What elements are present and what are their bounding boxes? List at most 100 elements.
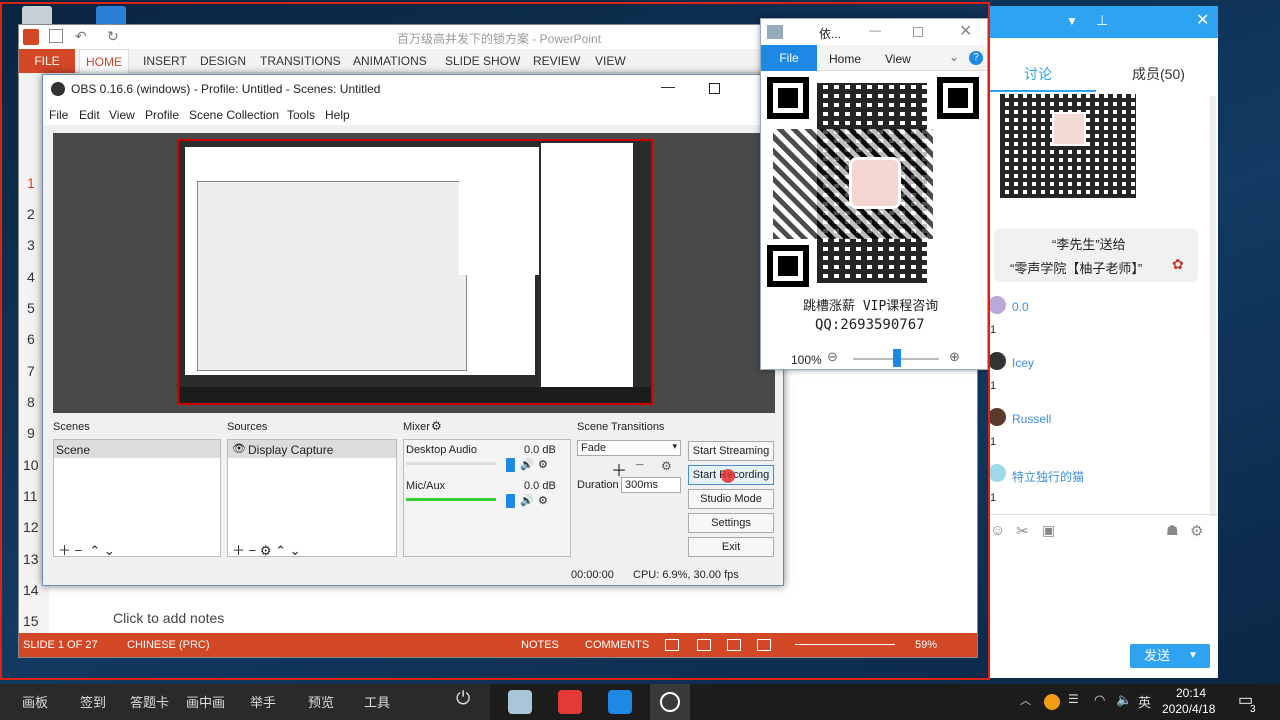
slide-number[interactable]: 11 <box>23 488 38 504</box>
reading-view-icon[interactable] <box>727 639 741 651</box>
classroom-app-icon[interactable] <box>608 690 632 714</box>
tab-view[interactable]: VIEW <box>595 54 626 68</box>
emoji-icon[interactable]: ☺ <box>990 522 1005 539</box>
tray-app-icon[interactable] <box>1044 694 1060 710</box>
settings-button[interactable]: Settings <box>688 513 774 533</box>
clock-date[interactable]: 2020/4/18 <box>1162 702 1215 716</box>
member-name[interactable]: 0.0 <box>1012 300 1029 314</box>
remove-transition-icon[interactable]: − <box>635 457 644 475</box>
speaker-icon[interactable]: 🔊 <box>520 458 534 471</box>
tab-transitions[interactable]: TRANSITIONS <box>260 54 341 68</box>
undo-icon[interactable]: ↶ <box>75 28 87 45</box>
slide-number[interactable]: 10 <box>23 457 39 473</box>
gear-icon[interactable]: ⚙ <box>1190 522 1203 540</box>
transition-select[interactable]: Fade ▾ <box>577 440 681 456</box>
tab-insert[interactable]: INSERT <box>143 54 187 68</box>
slide-number[interactable]: 3 <box>27 237 35 253</box>
ime-indicator[interactable]: 英 <box>1138 692 1151 711</box>
obs-taskbar-button[interactable] <box>650 684 690 720</box>
redo-icon[interactable]: ↻ <box>107 28 119 45</box>
studio-mode-button[interactable]: Studio Mode <box>688 489 774 509</box>
zoom-level[interactable]: 59% <box>915 639 937 651</box>
slide-number[interactable]: 5 <box>27 300 35 316</box>
menu-file[interactable]: File <box>49 108 68 122</box>
slide-sorter-icon[interactable] <box>697 639 711 651</box>
maximize-icon[interactable] <box>913 27 923 37</box>
comments-button[interactable]: COMMENTS <box>585 639 649 651</box>
toolbar-signin[interactable]: 签到 <box>80 692 106 711</box>
help-icon[interactable]: ? <box>969 51 983 65</box>
normal-view-icon[interactable] <box>665 639 679 651</box>
tab-slide-show[interactable]: SLIDE SHOW <box>445 54 520 68</box>
source-add-remove-icons[interactable]: ＋ − ⚙ ⌃ ⌄ <box>232 540 300 559</box>
toolbar-answer-card[interactable]: 答题卡 <box>130 692 169 711</box>
menu-view[interactable]: View <box>109 108 135 122</box>
close-icon[interactable]: ✕ <box>959 21 972 41</box>
power-icon[interactable]: ⏻ <box>456 688 470 709</box>
zoom-slider[interactable] <box>795 644 895 645</box>
zoom-slider-handle[interactable] <box>893 349 901 367</box>
eye-icon[interactable]: 👁 <box>232 442 246 455</box>
qr-tab-home[interactable]: Home <box>829 52 861 66</box>
gear-icon[interactable]: ⚙ <box>538 494 548 507</box>
source-row[interactable]: 👁 Display Capture <box>228 440 396 458</box>
minimize-icon[interactable]: — <box>869 23 881 37</box>
chevron-up-icon[interactable]: ︿ <box>1020 692 1031 708</box>
tab-members[interactable]: 成员(50) <box>1132 64 1185 84</box>
mixer-settings-icon[interactable]: ⚙ <box>431 419 442 433</box>
slide-number[interactable]: 9 <box>27 425 35 441</box>
qr-tab-view[interactable]: View <box>885 52 911 66</box>
preview-canvas[interactable] <box>53 133 775 413</box>
member-name[interactable]: 特立独行的猫 <box>1012 468 1084 485</box>
menu-tools[interactable]: Tools <box>287 108 315 122</box>
tab-review[interactable]: REVIEW <box>533 54 580 68</box>
tab-file[interactable]: FILE <box>19 49 75 73</box>
chevron-down-icon[interactable]: ⌄ <box>949 50 959 64</box>
toolbar-raise-hand[interactable]: 举手 <box>250 692 276 711</box>
volume-slider-handle[interactable] <box>506 458 515 472</box>
volume-slider-handle[interactable] <box>506 494 515 508</box>
minimize-icon[interactable]: — <box>661 78 675 94</box>
tab-discussion[interactable]: 讨论 <box>1024 64 1052 84</box>
image-icon[interactable]: ▣ <box>1042 522 1055 539</box>
toolbar-preview[interactable]: 预览 <box>308 692 334 711</box>
menu-help[interactable]: Help <box>325 108 350 122</box>
close-icon[interactable]: ✕ <box>1196 10 1209 30</box>
slide-number[interactable]: 2 <box>27 206 35 222</box>
qr-tab-file[interactable]: File <box>761 45 817 71</box>
language-indicator[interactable]: CHINESE (PRC) <box>127 639 210 651</box>
wifi-icon[interactable]: ◠ <box>1094 692 1105 708</box>
user-icon[interactable]: ☗ <box>1166 522 1179 539</box>
chevron-down-icon[interactable]: ▼ <box>1066 14 1078 28</box>
slide-number[interactable]: 15 <box>23 613 39 629</box>
notes-button[interactable]: NOTES <box>521 639 559 651</box>
toolbar-whiteboard[interactable]: 画板 <box>22 692 48 711</box>
zoom-in-icon[interactable]: ⊕ <box>949 349 960 365</box>
menu-scene-collection[interactable]: Scene Collection <box>189 108 279 122</box>
gear-icon[interactable]: ⚙ <box>538 458 548 471</box>
slide-number[interactable]: 14 <box>23 582 39 598</box>
start-streaming-button[interactable]: Start Streaming <box>688 441 774 461</box>
app-taskbar-icon[interactable] <box>508 690 532 714</box>
menu-profile[interactable]: Profile <box>145 108 179 122</box>
notes-placeholder[interactable]: Click to add notes <box>113 610 224 626</box>
transition-settings-icon[interactable]: ⚙ <box>661 459 672 473</box>
speaker-icon[interactable]: 🔈 <box>1116 692 1132 708</box>
slide-number[interactable]: 8 <box>27 394 35 410</box>
member-name[interactable]: Russell <box>1012 412 1051 426</box>
clock-time[interactable]: 20:14 <box>1176 686 1206 700</box>
pin-icon[interactable]: ⊥ <box>1096 12 1108 29</box>
scissors-icon[interactable]: ✂ <box>1016 522 1029 540</box>
pdf-reader-icon[interactable] <box>558 690 582 714</box>
slide-number[interactable]: 1 <box>27 175 35 191</box>
chat-qr-image[interactable] <box>1000 94 1136 198</box>
chat-scrollbar[interactable] <box>1210 96 1216 516</box>
toolbar-tools[interactable]: 工具 <box>364 692 390 711</box>
tab-design[interactable]: DESIGN <box>200 54 246 68</box>
slide-number[interactable]: 12 <box>23 519 39 535</box>
chevron-down-icon[interactable]: ▼ <box>1188 644 1198 668</box>
tab-home[interactable]: HOME <box>79 49 129 73</box>
slide-number[interactable]: 6 <box>27 331 35 347</box>
maximize-icon[interactable] <box>709 83 720 94</box>
slide-number[interactable]: 4 <box>27 269 35 285</box>
